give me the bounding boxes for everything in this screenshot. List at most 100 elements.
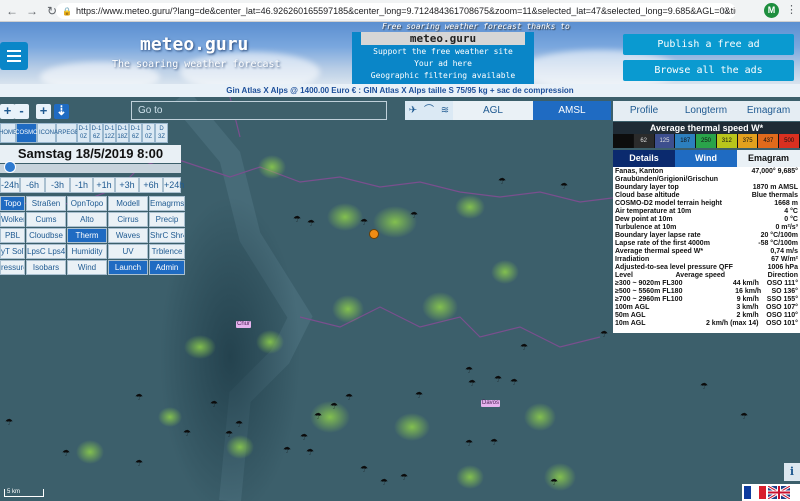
layer-button[interactable]: Humidity (67, 244, 107, 259)
wind-cell: 3 km/h (736, 304, 759, 311)
amsl-toggle[interactable]: AMSL (533, 101, 611, 120)
tab-details[interactable]: Details (613, 150, 675, 167)
layer-button[interactable]: Cums (26, 212, 66, 227)
time-step-button[interactable]: -24h (0, 177, 20, 193)
svg-text:☂: ☂ (314, 412, 322, 422)
layer-button[interactable]: Cirrus (108, 212, 148, 227)
wind-header-cell: Average speed (675, 272, 726, 279)
layer-button[interactable]: Trblence (149, 244, 185, 259)
layer-button[interactable]: Isobars (26, 260, 66, 275)
bookmark-star-icon[interactable]: ☆ (721, 6, 730, 17)
layer-button[interactable]: Wolken (0, 212, 25, 227)
time-step-button[interactable]: -1h (70, 177, 93, 193)
layer-button[interactable]: Precip (149, 212, 185, 227)
model-selector: HOME COSMO ICON ARPEGE D-1 0Z D-1 6Z D-1 12Z D-… (0, 123, 168, 143)
forward-icon[interactable]: → (24, 3, 40, 19)
profile-avatar[interactable]: M (764, 3, 779, 18)
layer-button[interactable]: Modell (108, 196, 148, 211)
zoom-in-button[interactable]: + (0, 104, 15, 119)
ad-line: Support the free weather site (373, 47, 513, 56)
model-option[interactable]: COSMO (15, 123, 38, 143)
svg-text:☂: ☂ (520, 343, 528, 353)
detail-key: Average thermal speed W* (615, 248, 704, 255)
time-step-button[interactable]: -6h (20, 177, 45, 193)
hamburger-menu-button[interactable] (0, 42, 28, 70)
layer-button[interactable]: UV (108, 244, 148, 259)
agl-toggle[interactable]: AGL (453, 101, 533, 120)
locate-down-icon[interactable]: ⇣ (54, 104, 69, 119)
uk-flag-icon[interactable] (768, 486, 790, 499)
detail-value: 4 °C (784, 208, 798, 215)
paraglider-icon[interactable]: ⌒ (421, 101, 437, 120)
svg-text:☂: ☂ (307, 219, 315, 229)
svg-text:☂: ☂ (235, 420, 243, 430)
svg-text:☂: ☂ (360, 218, 368, 228)
model-option[interactable]: D-1 6Z (129, 123, 142, 143)
layer-button[interactable]: Straßen (26, 196, 66, 211)
color-scale-legend: 62 125 187 250 312 375 437 500 (613, 134, 800, 148)
model-option[interactable]: D-1 12Z (103, 123, 116, 143)
time-slider-handle[interactable] (4, 161, 16, 173)
model-option[interactable]: D-1 18Z (116, 123, 129, 143)
glider-icon[interactable]: ✈ (405, 101, 421, 120)
layer-button[interactable]: Cloudbse (26, 228, 66, 243)
tab-longterm[interactable]: Longterm (675, 101, 737, 121)
language-flags (742, 484, 800, 501)
model-option[interactable]: HOME (0, 123, 17, 143)
model-option[interactable]: D 3Z (155, 123, 168, 143)
ad-thanks-text: Free soaring weather forecast thanks to (382, 22, 570, 31)
time-step-button[interactable]: +3h (115, 177, 139, 193)
svg-text:☂: ☂ (400, 473, 408, 483)
tab-wind[interactable]: Wind (675, 150, 737, 167)
layer-button[interactable]: Alto (67, 212, 107, 227)
zoom-out-button[interactable]: - (14, 104, 29, 119)
publish-ad-button[interactable]: Publish a free ad (623, 34, 794, 55)
layer-button[interactable]: Waves (108, 228, 148, 243)
model-option[interactable]: D-1 6Z (90, 123, 103, 143)
layer-buttons: Topo Straßen OpnTopo Modell Emagrms Wolken Cum… (0, 196, 185, 275)
tab-emagram-sub[interactable]: Emagram (737, 150, 800, 167)
model-option[interactable]: D 0Z (142, 123, 155, 143)
time-step-button[interactable]: -3h (45, 177, 70, 193)
model-option[interactable]: ARPEGE (54, 123, 79, 143)
layer-button[interactable]: ShrC Shr4 (149, 228, 185, 243)
wind-cell: 10m AGL (615, 320, 646, 327)
model-option[interactable]: D-1 0Z (77, 123, 90, 143)
add-button[interactable]: + (36, 104, 51, 119)
browse-ads-button[interactable]: Browse all the ads (623, 60, 794, 81)
address-bar[interactable]: 🔒 https://www.meteo.guru/?lang=de&center… (56, 3, 736, 19)
search-location-input[interactable]: Go to (131, 101, 387, 120)
map-scale-bar: 5 km (4, 489, 44, 497)
layer-button[interactable]: ressure (0, 260, 25, 275)
layer-button[interactable]: Therm (67, 228, 107, 243)
tab-profile[interactable]: Profile (613, 101, 675, 121)
time-step-button[interactable]: +24h (163, 177, 184, 193)
wind-row: 50m AGL 2 km/h OSO 110° (615, 312, 798, 320)
detail-row: Boundary layer lapse rate 20 °C/100m (615, 232, 798, 240)
time-slider[interactable] (0, 164, 181, 173)
layer-button[interactable]: LpsC Lps4 (26, 244, 66, 259)
layer-button[interactable]: Admin (149, 260, 185, 275)
layer-button[interactable]: OpnTopo (67, 196, 107, 211)
layer-button[interactable]: Topo (0, 196, 25, 211)
layer-button[interactable]: yT SolT (0, 244, 25, 259)
tab-emagram[interactable]: Emagram (737, 101, 800, 121)
back-icon[interactable]: ← (4, 3, 20, 19)
ad-marquee[interactable]: Gin Atlas X Alps @ 1400.00 Euro € : GIN … (0, 84, 800, 97)
layer-button[interactable]: Launch (108, 260, 148, 275)
browser-menu-icon[interactable]: ⋮ (786, 3, 797, 16)
layer-button[interactable]: Wind (67, 260, 107, 275)
french-flag-icon[interactable] (744, 486, 766, 499)
layer-button[interactable]: Emagrms (149, 196, 185, 211)
layers-icon[interactable]: ≋ (437, 101, 453, 120)
scale-value: 437 (758, 134, 780, 148)
selected-location-marker[interactable] (369, 229, 379, 239)
time-step-button[interactable]: +6h (139, 177, 163, 193)
time-step-button[interactable]: +1h (93, 177, 115, 193)
info-button[interactable]: i (784, 463, 800, 481)
svg-text:☂: ☂ (510, 378, 518, 388)
ad-banner[interactable]: meteo.guru Support the free weather site… (352, 32, 534, 84)
layer-button[interactable]: PBL (0, 228, 25, 243)
wind-table-header: Level Average speed Direction (615, 272, 798, 280)
wind-header-cell: Direction (767, 272, 798, 279)
